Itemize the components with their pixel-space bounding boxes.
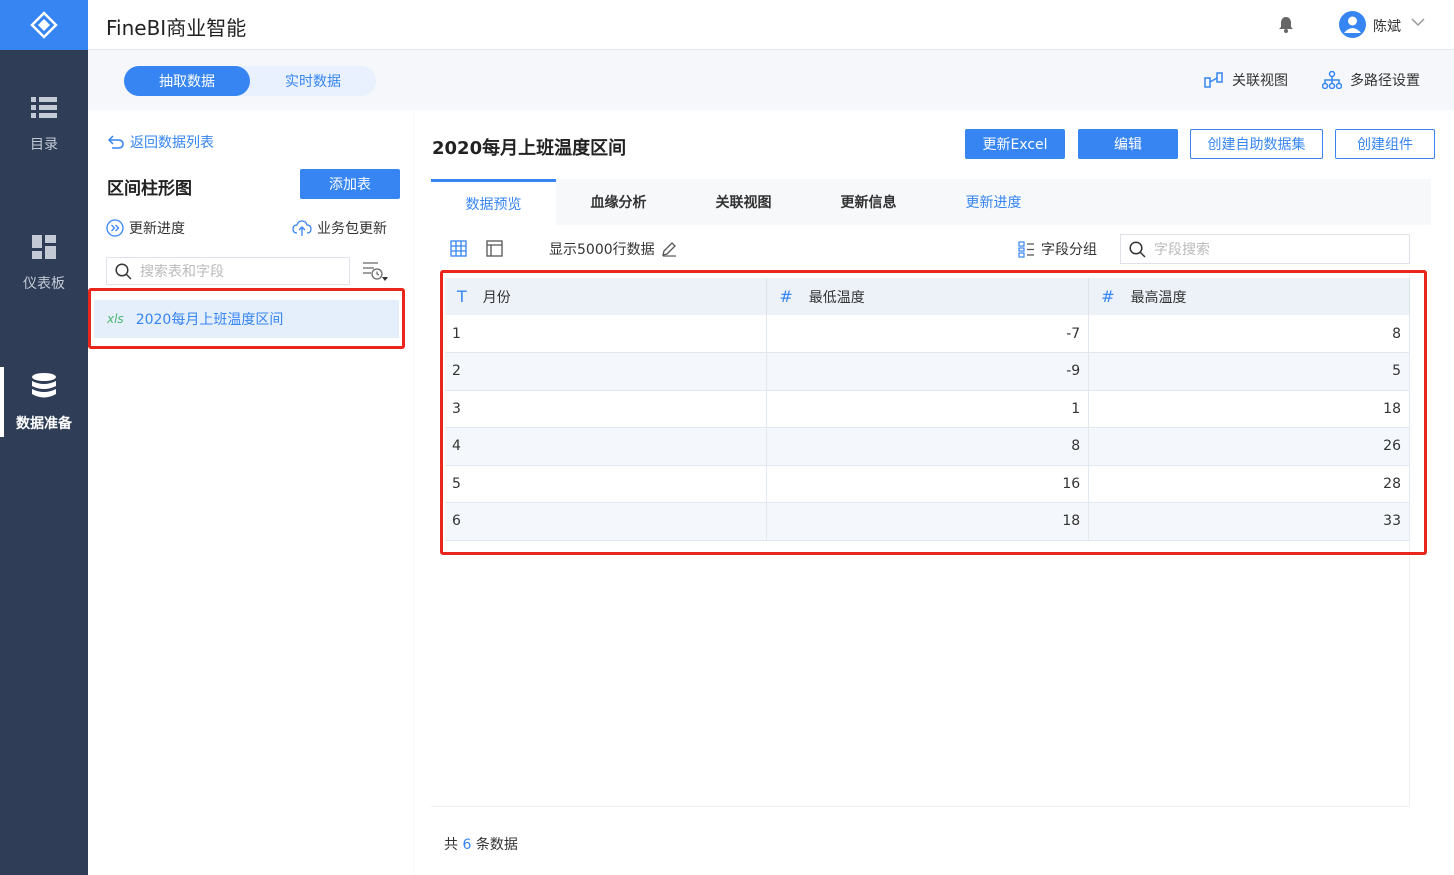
nav-item-data-prep[interactable]: 数据准备 xyxy=(0,367,88,483)
search-icon xyxy=(1129,240,1146,258)
app-title: FineBI商业智能 xyxy=(106,16,247,40)
group-title: 区间柱形图 xyxy=(107,179,192,199)
highlight-box-table-item xyxy=(88,288,405,349)
highlight-box-data-table xyxy=(440,270,1427,555)
field-group-button[interactable]: 字段分组 xyxy=(1018,239,1097,259)
update-progress-label: 更新进度 xyxy=(129,221,185,237)
dashboard-icon xyxy=(32,235,56,259)
relation-view-link[interactable]: 关联视图 xyxy=(1204,70,1288,90)
avatar[interactable] xyxy=(1339,11,1366,38)
data-mode-switch: 抽取数据 实时数据 xyxy=(124,66,376,96)
create-component-button[interactable]: 创建组件 xyxy=(1335,129,1435,159)
back-to-list-label: 返回数据列表 xyxy=(130,135,214,151)
tab-update-info[interactable]: 更新信息 xyxy=(806,179,931,225)
field-search-input[interactable]: 字段搜索 xyxy=(1120,234,1410,264)
row-limit-label: 显示5000行数据 xyxy=(549,242,655,258)
update-progress-link[interactable]: 更新进度 xyxy=(106,218,185,238)
preview-toolbar: 显示5000行数据 字段分组 字段搜索 xyxy=(431,225,1431,271)
row-limit-setting[interactable]: 显示5000行数据 xyxy=(549,239,677,259)
list-icon xyxy=(31,97,57,118)
double-chevron-right-icon xyxy=(106,219,124,237)
upload-circle-icon xyxy=(292,220,312,236)
row-count-prefix: 共 xyxy=(444,837,458,853)
pencil-icon xyxy=(661,242,676,257)
tab-data-preview[interactable]: 数据预览 xyxy=(431,179,556,225)
left-nav: 目录 仪表板 数据准备 xyxy=(0,0,88,875)
tab-relation-view[interactable]: 关联视图 xyxy=(681,179,806,225)
realtime-data-button[interactable]: 实时数据 xyxy=(250,66,376,96)
field-search-placeholder: 字段搜索 xyxy=(1154,242,1210,258)
add-table-button[interactable]: 添加表 xyxy=(300,169,400,199)
top-header: FineBI商业智能 陈斌 xyxy=(88,0,1454,50)
row-count-footer: 共 6 条数据 xyxy=(444,834,518,854)
chevron-down-icon[interactable] xyxy=(1411,17,1425,27)
extract-data-button[interactable]: 抽取数据 xyxy=(124,66,250,96)
layout-view-icon[interactable] xyxy=(486,240,503,257)
multipath-settings-link[interactable]: 多路径设置 xyxy=(1322,70,1420,90)
finebi-logo-icon xyxy=(30,11,58,39)
relation-view-label: 关联视图 xyxy=(1232,73,1288,89)
hierarchy-icon xyxy=(1322,71,1342,89)
update-excel-button[interactable]: 更新Excel xyxy=(965,129,1065,159)
back-arrow-icon xyxy=(108,135,124,149)
edit-button[interactable]: 编辑 xyxy=(1078,129,1178,159)
multipath-settings-label: 多路径设置 xyxy=(1350,73,1420,89)
back-to-list-link[interactable]: 返回数据列表 xyxy=(108,132,214,152)
nav-label-catalog: 目录 xyxy=(30,137,58,153)
tab-lineage-analysis[interactable]: 血缘分析 xyxy=(556,179,681,225)
table-search-placeholder: 搜索表和字段 xyxy=(140,264,224,280)
nav-label-data-prep: 数据准备 xyxy=(16,416,72,432)
database-icon xyxy=(32,373,56,398)
package-update-link[interactable]: 业务包更新 xyxy=(292,218,387,238)
filter-sort-icon[interactable] xyxy=(362,260,388,282)
username[interactable]: 陈斌 xyxy=(1373,16,1401,36)
bell-icon[interactable] xyxy=(1278,16,1294,33)
nav-item-dashboard[interactable]: 仪表板 xyxy=(0,235,88,345)
table-search-input[interactable]: 搜索表和字段 xyxy=(106,257,350,285)
tab-update-progress[interactable]: 更新进度 xyxy=(931,179,1056,225)
row-count-suffix: 条数据 xyxy=(475,837,518,853)
package-update-label: 业务包更新 xyxy=(317,221,387,237)
field-group-icon xyxy=(1018,240,1034,258)
page-title: 2020每月上班温度区间 xyxy=(432,138,627,159)
search-icon xyxy=(115,262,132,280)
detail-tabs: 数据预览 血缘分析 关联视图 更新信息 更新进度 xyxy=(431,179,1431,225)
relation-view-icon xyxy=(1204,72,1223,88)
grid-view-icon[interactable] xyxy=(450,240,467,257)
row-count-value: 6 xyxy=(462,837,472,853)
app-logo[interactable] xyxy=(0,0,88,50)
nav-label-dashboard: 仪表板 xyxy=(23,276,65,292)
create-self-service-dataset-button[interactable]: 创建自助数据集 xyxy=(1190,129,1323,159)
user-icon xyxy=(1344,16,1361,33)
table-list-panel: 返回数据列表 区间柱形图 添加表 更新进度 业务包更新 搜索表和字段 xls 2… xyxy=(88,110,413,875)
nav-item-catalog[interactable]: 目录 xyxy=(0,96,88,206)
field-group-label: 字段分组 xyxy=(1041,242,1097,258)
